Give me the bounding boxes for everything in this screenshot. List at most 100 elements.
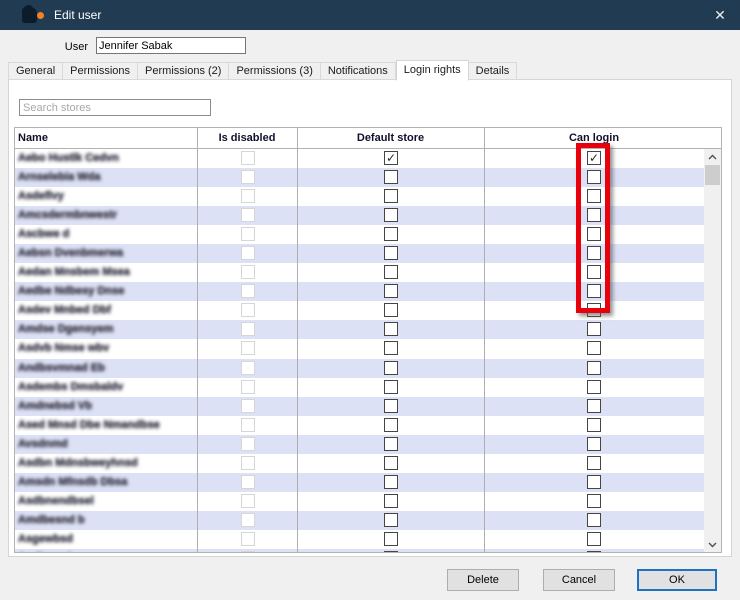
- is-disabled-checkbox[interactable]: [241, 418, 255, 432]
- is-disabled-checkbox[interactable]: [241, 361, 255, 375]
- default-store-checkbox[interactable]: [384, 189, 398, 203]
- can-login-checkbox[interactable]: [587, 380, 601, 394]
- is-disabled-checkbox[interactable]: [241, 227, 255, 241]
- scroll-down-icon[interactable]: [704, 537, 721, 552]
- ok-button[interactable]: OK: [637, 569, 717, 591]
- header-is-disabled[interactable]: Is disabled: [197, 132, 297, 144]
- default-store-checkbox[interactable]: [384, 456, 398, 470]
- table-row[interactable]: Amsdn Mfnsdb Dbsa: [15, 473, 704, 492]
- header-default-store[interactable]: Default store: [297, 132, 484, 144]
- is-disabled-checkbox[interactable]: [241, 380, 255, 394]
- is-disabled-checkbox[interactable]: [241, 437, 255, 451]
- close-icon[interactable]: ✕: [710, 6, 730, 24]
- is-disabled-checkbox[interactable]: [241, 551, 255, 552]
- can-login-checkbox[interactable]: [587, 265, 601, 279]
- default-store-checkbox[interactable]: [384, 475, 398, 489]
- table-row[interactable]: Amdbesnd b: [15, 511, 704, 530]
- table-row[interactable]: Amdnebsd Vb: [15, 397, 704, 416]
- is-disabled-checkbox[interactable]: [241, 151, 255, 165]
- table-row[interactable]: Andbsvmnad Eb: [15, 359, 704, 378]
- table-row[interactable]: Amdse Dgensyem: [15, 320, 704, 339]
- default-store-checkbox[interactable]: [384, 322, 398, 336]
- table-row[interactable]: Ased Mnsd Dbe Nmandbse: [15, 416, 704, 435]
- is-disabled-checkbox[interactable]: [241, 456, 255, 470]
- tab-login-rights[interactable]: Login rights: [396, 60, 469, 81]
- default-store-checkbox[interactable]: [384, 284, 398, 298]
- tab-permissions-3-[interactable]: Permissions (3): [229, 62, 320, 80]
- table-row[interactable]: Amcsdermbnwestr: [15, 206, 704, 225]
- default-store-checkbox[interactable]: [384, 437, 398, 451]
- cancel-button[interactable]: Cancel: [543, 569, 615, 591]
- is-disabled-checkbox[interactable]: [241, 246, 255, 260]
- can-login-checkbox[interactable]: [587, 189, 601, 203]
- can-login-checkbox[interactable]: [587, 475, 601, 489]
- table-row[interactable]: Aebsn Dvenbmerwa: [15, 244, 704, 263]
- is-disabled-checkbox[interactable]: [241, 532, 255, 546]
- tab-permissions-2-[interactable]: Permissions (2): [138, 62, 229, 80]
- table-row[interactable]: Aebo Hustlk Cedvn✓✓: [15, 149, 704, 168]
- default-store-checkbox[interactable]: [384, 361, 398, 375]
- can-login-checkbox[interactable]: [587, 437, 601, 451]
- table-row[interactable]: Asgewbsd: [15, 530, 704, 549]
- default-store-checkbox[interactable]: [384, 380, 398, 394]
- table-row[interactable]: Andbsesd: [15, 549, 704, 552]
- is-disabled-checkbox[interactable]: [241, 494, 255, 508]
- can-login-checkbox[interactable]: [587, 341, 601, 355]
- can-login-checkbox[interactable]: [587, 456, 601, 470]
- table-row[interactable]: Asdbnendbsel: [15, 492, 704, 511]
- can-login-checkbox[interactable]: [587, 322, 601, 336]
- tab-general[interactable]: General: [8, 62, 63, 80]
- can-login-checkbox[interactable]: [587, 513, 601, 527]
- table-row[interactable]: Arnselebia Wda: [15, 168, 704, 187]
- scrollbar-thumb[interactable]: [705, 165, 720, 185]
- is-disabled-checkbox[interactable]: [241, 208, 255, 222]
- is-disabled-checkbox[interactable]: [241, 475, 255, 489]
- can-login-checkbox[interactable]: [587, 494, 601, 508]
- is-disabled-checkbox[interactable]: [241, 170, 255, 184]
- is-disabled-checkbox[interactable]: [241, 303, 255, 317]
- default-store-checkbox[interactable]: [384, 265, 398, 279]
- table-row[interactable]: Ascbwe d: [15, 225, 704, 244]
- can-login-checkbox[interactable]: [587, 361, 601, 375]
- is-disabled-checkbox[interactable]: [241, 189, 255, 203]
- default-store-checkbox[interactable]: [384, 170, 398, 184]
- delete-button[interactable]: Delete: [447, 569, 519, 591]
- can-login-checkbox[interactable]: [587, 303, 601, 317]
- can-login-checkbox[interactable]: [587, 284, 601, 298]
- default-store-checkbox[interactable]: [384, 303, 398, 317]
- table-row[interactable]: Aedbe Ndbesy Dnse: [15, 282, 704, 301]
- default-store-checkbox[interactable]: [384, 227, 398, 241]
- default-store-checkbox[interactable]: [384, 551, 398, 552]
- default-store-checkbox[interactable]: [384, 341, 398, 355]
- table-row[interactable]: Asdev Mnbed Dbf: [15, 301, 704, 320]
- table-row[interactable]: Asdembs Dmsbaldv: [15, 378, 704, 397]
- can-login-checkbox[interactable]: [587, 227, 601, 241]
- can-login-checkbox[interactable]: [587, 170, 601, 184]
- header-can-login[interactable]: Can login: [484, 132, 704, 144]
- is-disabled-checkbox[interactable]: [241, 341, 255, 355]
- default-store-checkbox[interactable]: [384, 532, 398, 546]
- tab-permissions[interactable]: Permissions: [63, 62, 138, 80]
- is-disabled-checkbox[interactable]: [241, 322, 255, 336]
- default-store-checkbox[interactable]: [384, 418, 398, 432]
- is-disabled-checkbox[interactable]: [241, 284, 255, 298]
- is-disabled-checkbox[interactable]: [241, 399, 255, 413]
- tab-notifications[interactable]: Notifications: [321, 62, 396, 80]
- can-login-checkbox[interactable]: [587, 418, 601, 432]
- is-disabled-checkbox[interactable]: [241, 265, 255, 279]
- table-row[interactable]: Asdbn Mdnsbweyhnsd: [15, 454, 704, 473]
- default-store-checkbox-checked[interactable]: ✓: [384, 151, 398, 165]
- header-name[interactable]: Name: [18, 132, 48, 144]
- table-row[interactable]: Asdvb Nmse wbv: [15, 339, 704, 358]
- default-store-checkbox[interactable]: [384, 399, 398, 413]
- can-login-checkbox[interactable]: [587, 399, 601, 413]
- search-stores-input[interactable]: [19, 99, 211, 116]
- table-row[interactable]: Avsdnmd: [15, 435, 704, 454]
- tab-details[interactable]: Details: [469, 62, 518, 80]
- can-login-checkbox[interactable]: [587, 532, 601, 546]
- can-login-checkbox-checked[interactable]: ✓: [587, 151, 601, 165]
- scroll-up-icon[interactable]: [704, 149, 721, 164]
- default-store-checkbox[interactable]: [384, 208, 398, 222]
- default-store-checkbox[interactable]: [384, 494, 398, 508]
- table-row[interactable]: Asdeflvy: [15, 187, 704, 206]
